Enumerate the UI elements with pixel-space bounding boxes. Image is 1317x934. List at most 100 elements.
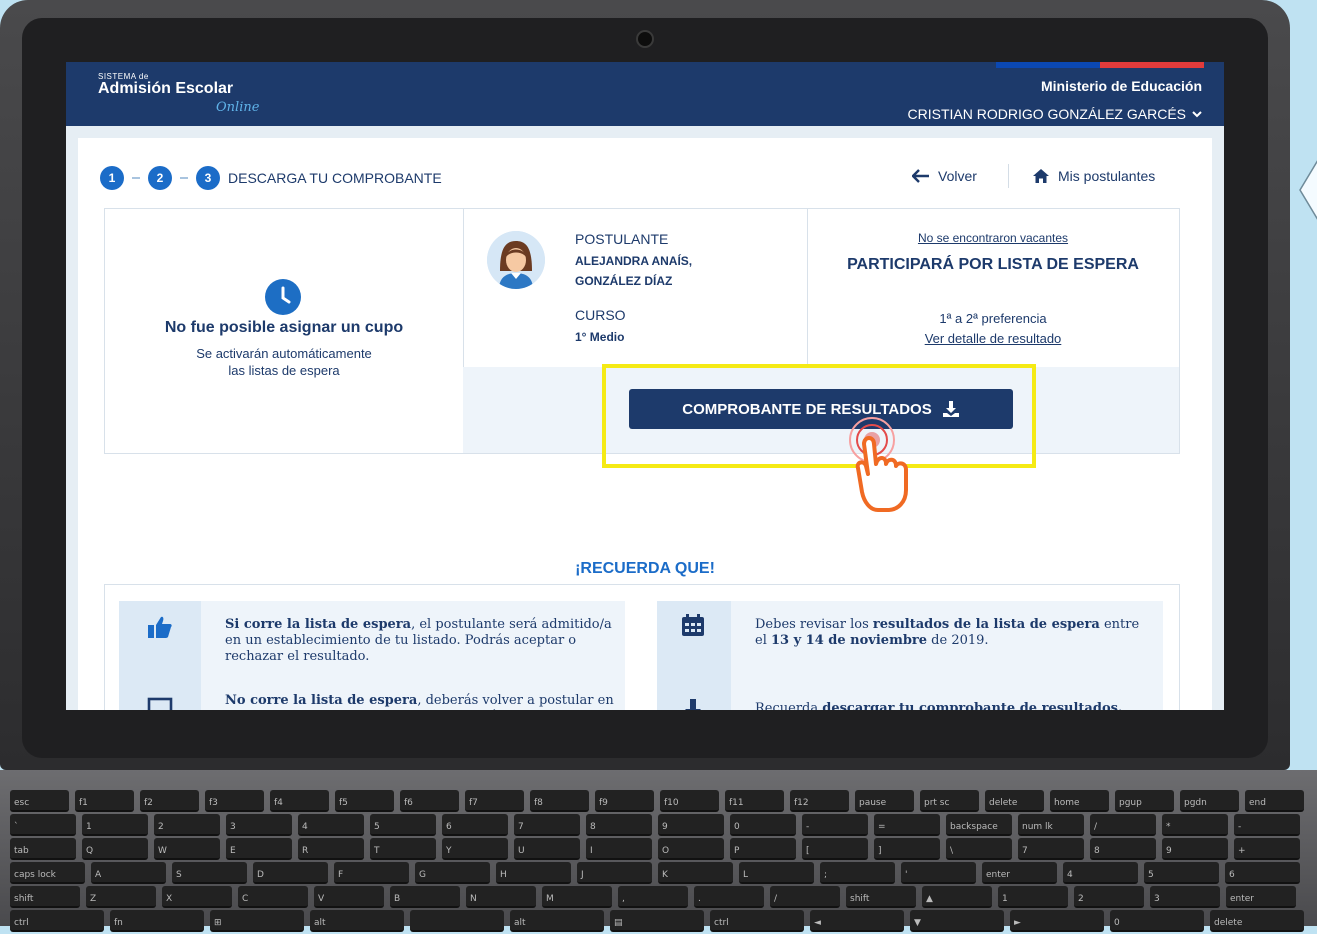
key: f11 bbox=[725, 790, 784, 812]
keyboard: esc f1 f2 f3 f4 f5 f6 f7 f8 f9 f10 f11 f12 pause prt s… bbox=[10, 790, 1310, 932]
key: shift bbox=[846, 886, 916, 908]
key: home bbox=[1050, 790, 1109, 812]
key: Y bbox=[442, 838, 508, 860]
key: Z bbox=[86, 886, 156, 908]
key: ; bbox=[820, 862, 895, 884]
reminder-item-4-bold: descargar tu comprobante de resultados. bbox=[822, 701, 1123, 710]
logo-online: Online bbox=[216, 100, 260, 115]
key: 1 bbox=[82, 814, 148, 836]
waitlist-panel: No se encontraron vacantes PARTICIPARÁ P… bbox=[807, 209, 1179, 367]
key: J bbox=[577, 862, 652, 884]
flag-stripe bbox=[996, 62, 1204, 68]
applicant-name-line1: ALEJANDRA ANAÍS, bbox=[575, 254, 693, 268]
key: S bbox=[172, 862, 247, 884]
reminder-item-2-bold: No corre la lista de espera bbox=[225, 693, 418, 708]
my-applicants-link[interactable]: Mis postulantes bbox=[1032, 168, 1155, 184]
key: caps lock bbox=[10, 862, 85, 884]
laptop-icon bbox=[147, 697, 173, 710]
key bbox=[410, 910, 504, 932]
key: I bbox=[586, 838, 652, 860]
key-row-2: ` 1 2 3 4 5 6 7 8 9 0- = backspace num lk / * - bbox=[10, 814, 1300, 838]
key: M bbox=[542, 886, 612, 908]
key: f6 bbox=[400, 790, 459, 812]
key: 5 bbox=[1144, 862, 1219, 884]
key: = bbox=[874, 814, 940, 836]
no-vacancies-link[interactable]: No se encontraron vacantes bbox=[807, 231, 1179, 245]
key: 5 bbox=[370, 814, 436, 836]
key: Q bbox=[82, 838, 148, 860]
key: O bbox=[658, 838, 724, 860]
key: f5 bbox=[335, 790, 394, 812]
status-subtitle-line2: las listas de espera bbox=[228, 363, 340, 378]
key: alt bbox=[310, 910, 404, 932]
step-1: 1 bbox=[100, 166, 124, 190]
avatar bbox=[487, 231, 545, 289]
preference-range: 1ª a 2ª preferencia bbox=[939, 311, 1047, 326]
reminder-item-3-bold: resultados de la lista de espera bbox=[872, 617, 1100, 632]
key: 8 bbox=[1090, 838, 1156, 860]
key: H bbox=[496, 862, 571, 884]
key: ► bbox=[1010, 910, 1104, 932]
key: prt sc bbox=[920, 790, 979, 812]
key: 9 bbox=[1162, 838, 1228, 860]
key: C bbox=[238, 886, 308, 908]
key: 6 bbox=[442, 814, 508, 836]
course-label: CURSO bbox=[575, 307, 626, 323]
key: enter bbox=[982, 862, 1057, 884]
back-label: Volver bbox=[938, 168, 977, 184]
key: G bbox=[415, 862, 490, 884]
key: X bbox=[162, 886, 232, 908]
key: L bbox=[739, 862, 814, 884]
key: pgup bbox=[1115, 790, 1174, 812]
applicant-label: POSTULANTE bbox=[575, 231, 669, 247]
key: f8 bbox=[530, 790, 589, 812]
reminder-item-3-post: de 2019. bbox=[927, 633, 989, 648]
applicant-panel: POSTULANTE ALEJANDRA ANAÍS, GONZÁLEZ DÍA… bbox=[463, 209, 808, 367]
key: - bbox=[802, 814, 868, 836]
key: ] bbox=[874, 838, 940, 860]
logo[interactable]: SISTEMA de Admisión Escolar Online bbox=[98, 72, 259, 115]
back-link[interactable]: Volver bbox=[912, 168, 977, 184]
key: f2 bbox=[140, 790, 199, 812]
applicant-name-line2: GONZÁLEZ DÍAZ bbox=[575, 274, 673, 288]
result-detail-link[interactable]: Ver detalle de resultado bbox=[807, 331, 1179, 346]
clock-icon bbox=[265, 279, 301, 315]
key: , bbox=[618, 886, 688, 908]
step-separator bbox=[132, 177, 140, 179]
reminder-item-3-bold2: 13 y 14 de noviembre bbox=[770, 633, 928, 648]
key: pause bbox=[855, 790, 914, 812]
key: f9 bbox=[595, 790, 654, 812]
key: ▤ bbox=[610, 910, 704, 932]
key: f4 bbox=[270, 790, 329, 812]
key-row-5: shift Z X C V B N M,. / shift ▲ 1 2 3 enter bbox=[10, 886, 1296, 910]
key-row-4: caps lock A S D F G H J K L; ' enter 4 5 6 bbox=[10, 862, 1300, 886]
key: enter bbox=[1226, 886, 1296, 908]
key: \ bbox=[946, 838, 1012, 860]
key: delete bbox=[1210, 910, 1304, 932]
user-menu[interactable]: CRISTIAN RODRIGO GONZÁLEZ GARCÉS bbox=[908, 106, 1202, 122]
calendar-icon bbox=[682, 614, 704, 636]
key: ctrl bbox=[10, 910, 104, 932]
status-subtitle: Se activarán automáticamente las listas … bbox=[105, 345, 463, 379]
reminder-title: ¡RECUERDA QUE! bbox=[575, 560, 715, 577]
key: / bbox=[1090, 814, 1156, 836]
key-row-6: ctrl fn ⊞ alt alt ▤ ctrl ◄ ▼ ► 0 delete bbox=[10, 910, 1304, 934]
key: 4 bbox=[298, 814, 364, 836]
key-row-3: tab Q W E R T Y U I O P [] \ 7 8 9 + bbox=[10, 838, 1300, 862]
thumbs-up-icon bbox=[148, 616, 172, 638]
key: 3 bbox=[226, 814, 292, 836]
key: A bbox=[91, 862, 166, 884]
key: - bbox=[1234, 814, 1300, 836]
key: f12 bbox=[790, 790, 849, 812]
status-panel: No fue posible asignar un cupo Se activa… bbox=[105, 209, 464, 453]
key: 0 bbox=[1110, 910, 1204, 932]
logo-title: Admisión Escolar bbox=[98, 80, 234, 97]
key-row-1: esc f1 f2 f3 f4 f5 f6 f7 f8 f9 f10 f11 f12 pause prt s… bbox=[10, 790, 1304, 814]
key: U bbox=[514, 838, 580, 860]
status-subtitle-line1: Se activarán automáticamente bbox=[196, 346, 372, 361]
key: * bbox=[1162, 814, 1228, 836]
side-chevron-icon bbox=[1299, 160, 1317, 220]
step-separator bbox=[180, 177, 188, 179]
dates-info-box: Debes revisar los resultados de la lista… bbox=[657, 601, 1163, 710]
key: ▼ bbox=[910, 910, 1004, 932]
